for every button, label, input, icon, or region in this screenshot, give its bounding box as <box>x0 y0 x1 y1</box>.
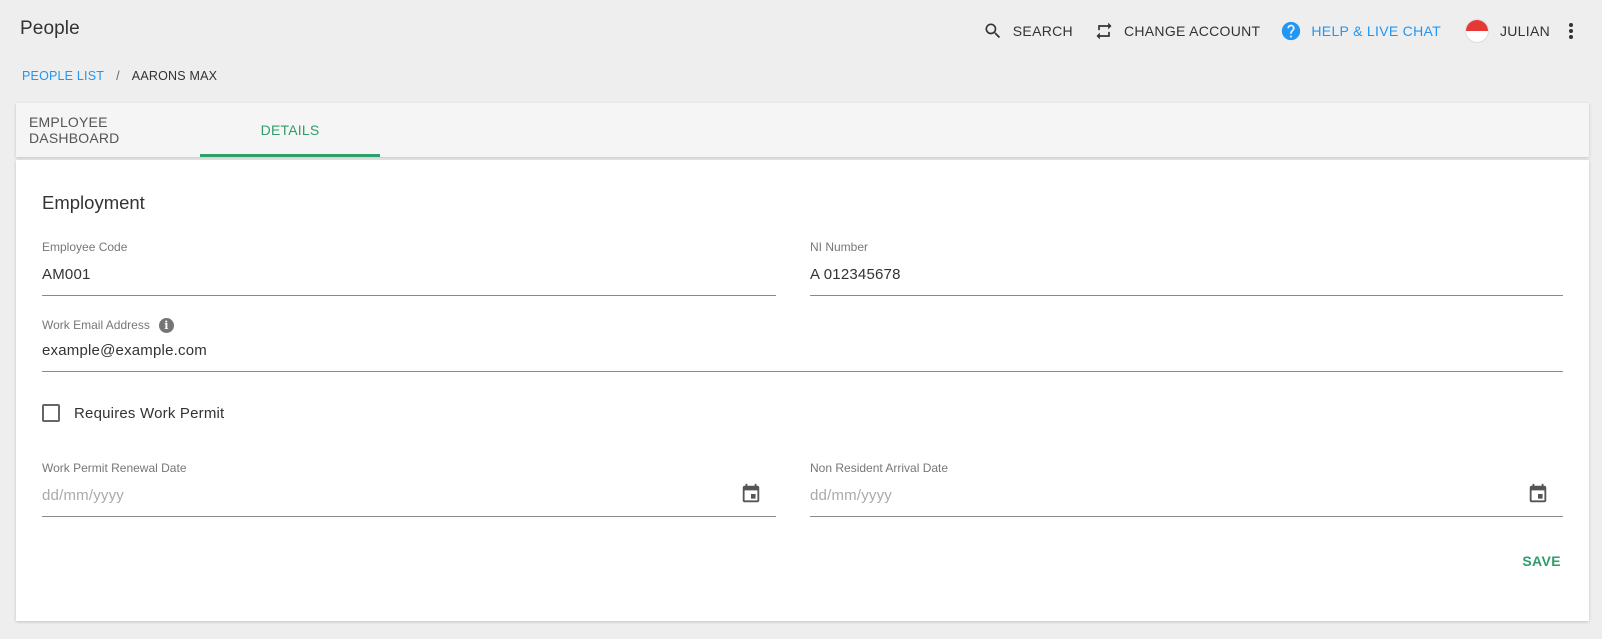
save-button[interactable]: SAVE <box>1522 553 1561 569</box>
breadcrumb: PEOPLE LIST / AARONS MAX <box>22 69 217 83</box>
permit-renewal-field: Work Permit Renewal Date dd/mm/yyyy <box>42 461 776 517</box>
breadcrumb-current: AARONS MAX <box>131 69 218 83</box>
work-email-label-row: Work Email Address i <box>42 317 1563 333</box>
employee-code-field: Employee Code AM001 <box>42 240 776 296</box>
employee-code-input[interactable]: AM001 <box>42 266 776 296</box>
arrival-date-label: Non Resident Arrival Date <box>810 461 949 475</box>
search-icon <box>982 20 1004 42</box>
more-vertical-icon[interactable] <box>1562 16 1580 46</box>
permit-renewal-label: Work Permit Renewal Date <box>42 461 187 475</box>
search-button[interactable]: SEARCH <box>982 14 1073 48</box>
ni-number-label: NI Number <box>810 240 869 254</box>
arrival-date-placeholder: dd/mm/yyyy <box>810 487 893 504</box>
work-email-input[interactable]: example@example.com <box>42 342 1563 372</box>
help-circle-icon <box>1280 20 1302 42</box>
work-email-field: Work Email Address i example@example.com <box>42 317 1563 372</box>
section-title: Employment <box>42 192 145 213</box>
help-live-chat-button[interactable]: HELP & LIVE CHAT <box>1280 14 1441 48</box>
work-email-value: example@example.com <box>42 342 207 359</box>
calendar-icon[interactable] <box>740 483 764 507</box>
work-email-label: Work Email Address <box>42 318 150 332</box>
ni-number-input[interactable]: A 012345678 <box>810 266 1563 296</box>
employee-code-value: AM001 <box>42 266 91 283</box>
change-account-button[interactable]: CHANGE ACCOUNT <box>1093 14 1260 48</box>
help-label: HELP & LIVE CHAT <box>1311 23 1441 39</box>
app-title: People <box>20 18 80 39</box>
arrival-date-field: Non Resident Arrival Date dd/mm/yyyy <box>810 461 1563 517</box>
employment-card: Employment Employee Code AM001 NI Number… <box>16 160 1589 621</box>
flag-avatar <box>1464 19 1489 43</box>
top-actions: SEARCH CHANGE ACCOUNT HELP & LIVE CHAT J… <box>962 14 1580 48</box>
tab-details[interactable]: DETAILS <box>200 103 380 157</box>
tab-bar: EMPLOYEE DASHBOARD DETAILS <box>16 103 1589 157</box>
checkbox-box[interactable] <box>42 404 60 422</box>
swap-icon <box>1093 20 1115 42</box>
user-name: JULIAN <box>1499 23 1550 39</box>
breadcrumb-separator: / <box>116 69 120 83</box>
permit-renewal-input[interactable]: dd/mm/yyyy <box>42 483 776 517</box>
requires-work-permit-checkbox[interactable]: Requires Work Permit <box>42 404 224 422</box>
permit-renewal-placeholder: dd/mm/yyyy <box>42 487 125 504</box>
requires-work-permit-label: Requires Work Permit <box>74 404 225 422</box>
tab-employee-dashboard[interactable]: EMPLOYEE DASHBOARD <box>16 103 200 157</box>
info-icon[interactable]: i <box>158 317 174 333</box>
ni-number-value: A 012345678 <box>810 266 901 283</box>
change-account-label: CHANGE ACCOUNT <box>1123 23 1261 39</box>
arrival-date-input[interactable]: dd/mm/yyyy <box>810 483 1563 517</box>
employee-code-label: Employee Code <box>42 240 128 254</box>
user-menu-button[interactable]: JULIAN <box>1464 14 1550 48</box>
calendar-icon[interactable] <box>1527 483 1551 507</box>
breadcrumb-people-list[interactable]: PEOPLE LIST <box>22 69 104 83</box>
ni-number-field: NI Number A 012345678 <box>810 240 1563 296</box>
search-label: SEARCH <box>1012 23 1073 39</box>
top-bar: People SEARCH CHANGE ACCOUNT HELP & LIVE… <box>0 0 1602 60</box>
